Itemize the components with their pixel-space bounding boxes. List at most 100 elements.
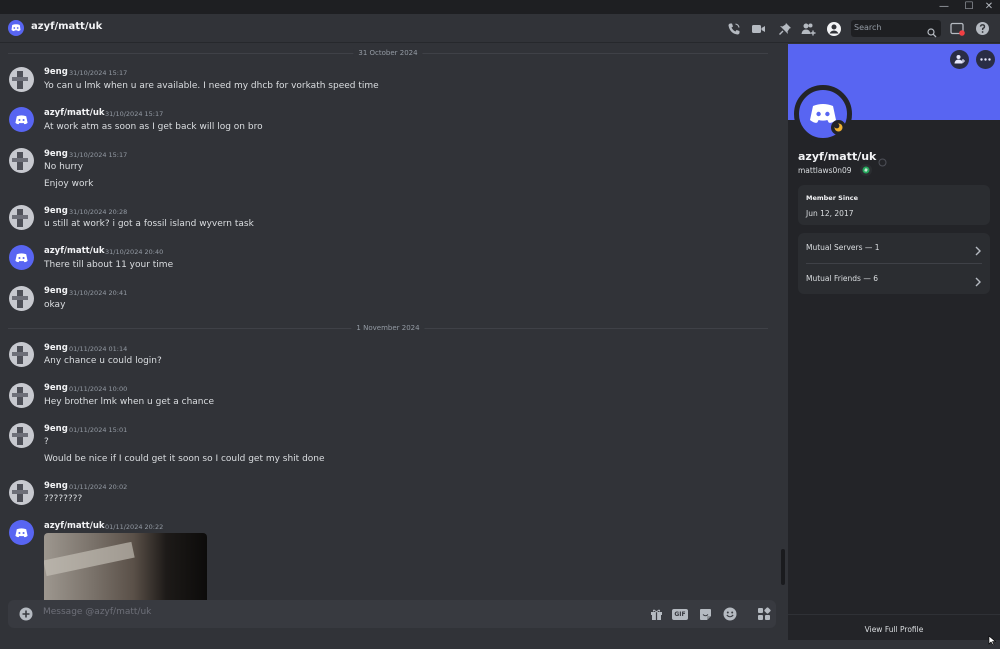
- dm-title: azyf/matt/uk: [31, 21, 103, 32]
- user-profile-toggle-icon[interactable]: [825, 20, 842, 37]
- date-divider: 1 November 2024: [8, 324, 768, 332]
- avatar[interactable]: [9, 383, 34, 408]
- message-timestamp: 01/11/2024 10:00: [69, 385, 128, 393]
- pin-icon[interactable]: [776, 20, 793, 37]
- svg-text:#: #: [864, 168, 868, 174]
- mutual-friends-label: Mutual Friends — 6: [806, 274, 878, 283]
- avatar[interactable]: [9, 342, 34, 367]
- add-friends-to-dm-icon[interactable]: [800, 20, 817, 37]
- discord-logo-icon: [15, 114, 28, 124]
- upload-plus-icon[interactable]: [18, 606, 34, 622]
- message-text: u still at work? i got a fossil island w…: [44, 219, 254, 229]
- profile-username: mattlaws0n09: [798, 166, 852, 175]
- date-divider-label: 1 November 2024: [351, 324, 425, 332]
- date-divider: 31 October 2024: [8, 49, 768, 57]
- view-full-profile-label: View Full Profile: [864, 625, 924, 634]
- message-author[interactable]: 9eng: [44, 286, 68, 296]
- status-icon: [878, 152, 887, 171]
- message-author[interactable]: 9eng: [44, 206, 68, 216]
- message-timestamp: 31/10/2024 15:17: [105, 110, 164, 118]
- message-list[interactable]: 31 October 2024 9eng 31/10/2024 15:17 Yo…: [0, 44, 788, 600]
- message-timestamp: 01/11/2024 15:01: [69, 426, 128, 434]
- emoji-icon[interactable]: [722, 606, 738, 622]
- avatar[interactable]: [9, 520, 34, 545]
- message-timestamp: 01/11/2024 01:14: [69, 345, 128, 353]
- message-text: Yo can u lmk when u are available. I nee…: [44, 81, 379, 91]
- message-timestamp: 31/10/2024 20:28: [69, 208, 128, 216]
- user-profile-panel: azyf/matt/uk mattlaws0n09 # Member Since…: [788, 44, 1000, 640]
- voice-call-icon[interactable]: [725, 20, 742, 37]
- mutuals-card: Mutual Servers — 1 Mutual Friends — 6: [798, 233, 990, 294]
- avatar[interactable]: [9, 205, 34, 230]
- message-text: okay: [44, 300, 66, 310]
- member-since-card: Member Since Jun 12, 2017: [798, 185, 990, 225]
- idle-status-icon: [831, 120, 846, 135]
- message-author[interactable]: 9eng: [44, 481, 68, 491]
- message-author[interactable]: azyf/matt/uk: [44, 521, 105, 531]
- message-text: ????????: [44, 494, 83, 504]
- header-avatar[interactable]: [8, 20, 24, 36]
- chevron-right-icon: [974, 272, 982, 291]
- member-since-value: Jun 12, 2017: [806, 209, 854, 218]
- gif-label: GIF: [672, 608, 688, 620]
- message-text: Would be nice if I could get it soon so …: [44, 454, 325, 464]
- message-author[interactable]: azyf/matt/uk: [44, 108, 105, 118]
- avatar[interactable]: [9, 423, 34, 448]
- inbox-icon[interactable]: [949, 20, 966, 37]
- message-input[interactable]: Message @azyf/matt/uk: [43, 607, 151, 617]
- mutual-servers-label: Mutual Servers — 1: [806, 243, 880, 252]
- message-author[interactable]: 9eng: [44, 149, 68, 159]
- avatar[interactable]: [9, 245, 34, 270]
- close-button[interactable]: ✕: [978, 0, 1000, 14]
- avatar[interactable]: [9, 148, 34, 173]
- mutual-friends-row[interactable]: Mutual Friends — 6: [798, 264, 990, 294]
- message-timestamp: 31/10/2024 20:40: [105, 248, 164, 256]
- more-options-button[interactable]: [976, 50, 995, 69]
- message-timestamp: 31/10/2024 15:17: [69, 151, 128, 159]
- mutual-servers-row[interactable]: Mutual Servers — 1: [798, 233, 990, 263]
- message-author[interactable]: 9eng: [44, 343, 68, 353]
- profile-avatar[interactable]: [794, 85, 852, 143]
- profile-badge-icon[interactable]: #: [860, 164, 872, 176]
- message-text: ?: [44, 437, 49, 447]
- message-timestamp: 31/10/2024 15:17: [69, 69, 128, 77]
- discord-logo-icon: [15, 527, 28, 537]
- message-text: Any chance u could login?: [44, 356, 162, 366]
- avatar[interactable]: [9, 480, 34, 505]
- gift-icon[interactable]: [648, 606, 664, 622]
- dm-header: azyf/matt/uk Search: [0, 14, 1000, 43]
- profile-display-name: azyf/matt/uk: [798, 150, 877, 163]
- message-timestamp: 01/11/2024 20:02: [69, 483, 128, 491]
- message-text: No hurry: [44, 162, 84, 172]
- view-full-profile-button[interactable]: View Full Profile: [788, 614, 1000, 640]
- apps-icon[interactable]: [756, 606, 772, 622]
- window-titlebar: — ☐ ✕: [0, 0, 1000, 14]
- image-attachment[interactable]: [44, 533, 207, 600]
- date-divider-label: 31 October 2024: [353, 49, 423, 57]
- video-call-icon[interactable]: [750, 20, 767, 37]
- message-composer: Message @azyf/matt/uk GIF: [8, 600, 776, 628]
- message-author[interactable]: 9eng: [44, 383, 68, 393]
- minimize-button[interactable]: —: [933, 0, 955, 14]
- message-text: Hey brother lmk when u get a chance: [44, 397, 214, 407]
- message-author[interactable]: azyf/matt/uk: [44, 246, 105, 256]
- scrollbar[interactable]: [781, 549, 785, 585]
- discord-logo-icon: [11, 24, 21, 32]
- maximize-button[interactable]: ☐: [958, 0, 980, 14]
- avatar[interactable]: [9, 107, 34, 132]
- message-timestamp: 01/11/2024 20:22: [105, 523, 164, 531]
- avatar[interactable]: [9, 286, 34, 311]
- sticker-icon[interactable]: [697, 606, 713, 622]
- help-icon[interactable]: [974, 20, 991, 37]
- message-author[interactable]: 9eng: [44, 67, 68, 77]
- chevron-right-icon: [974, 241, 982, 260]
- avatar[interactable]: [9, 67, 34, 92]
- member-since-label: Member Since: [806, 194, 858, 202]
- gif-icon[interactable]: GIF: [672, 606, 688, 622]
- message-text: At work atm as soon as I get back will l…: [44, 122, 263, 132]
- message-author[interactable]: 9eng: [44, 424, 68, 434]
- add-friend-button[interactable]: [950, 50, 969, 69]
- discord-logo-icon: [15, 252, 28, 262]
- message-text: There till about 11 your time: [44, 260, 174, 270]
- message-text: Enjoy work: [44, 179, 94, 189]
